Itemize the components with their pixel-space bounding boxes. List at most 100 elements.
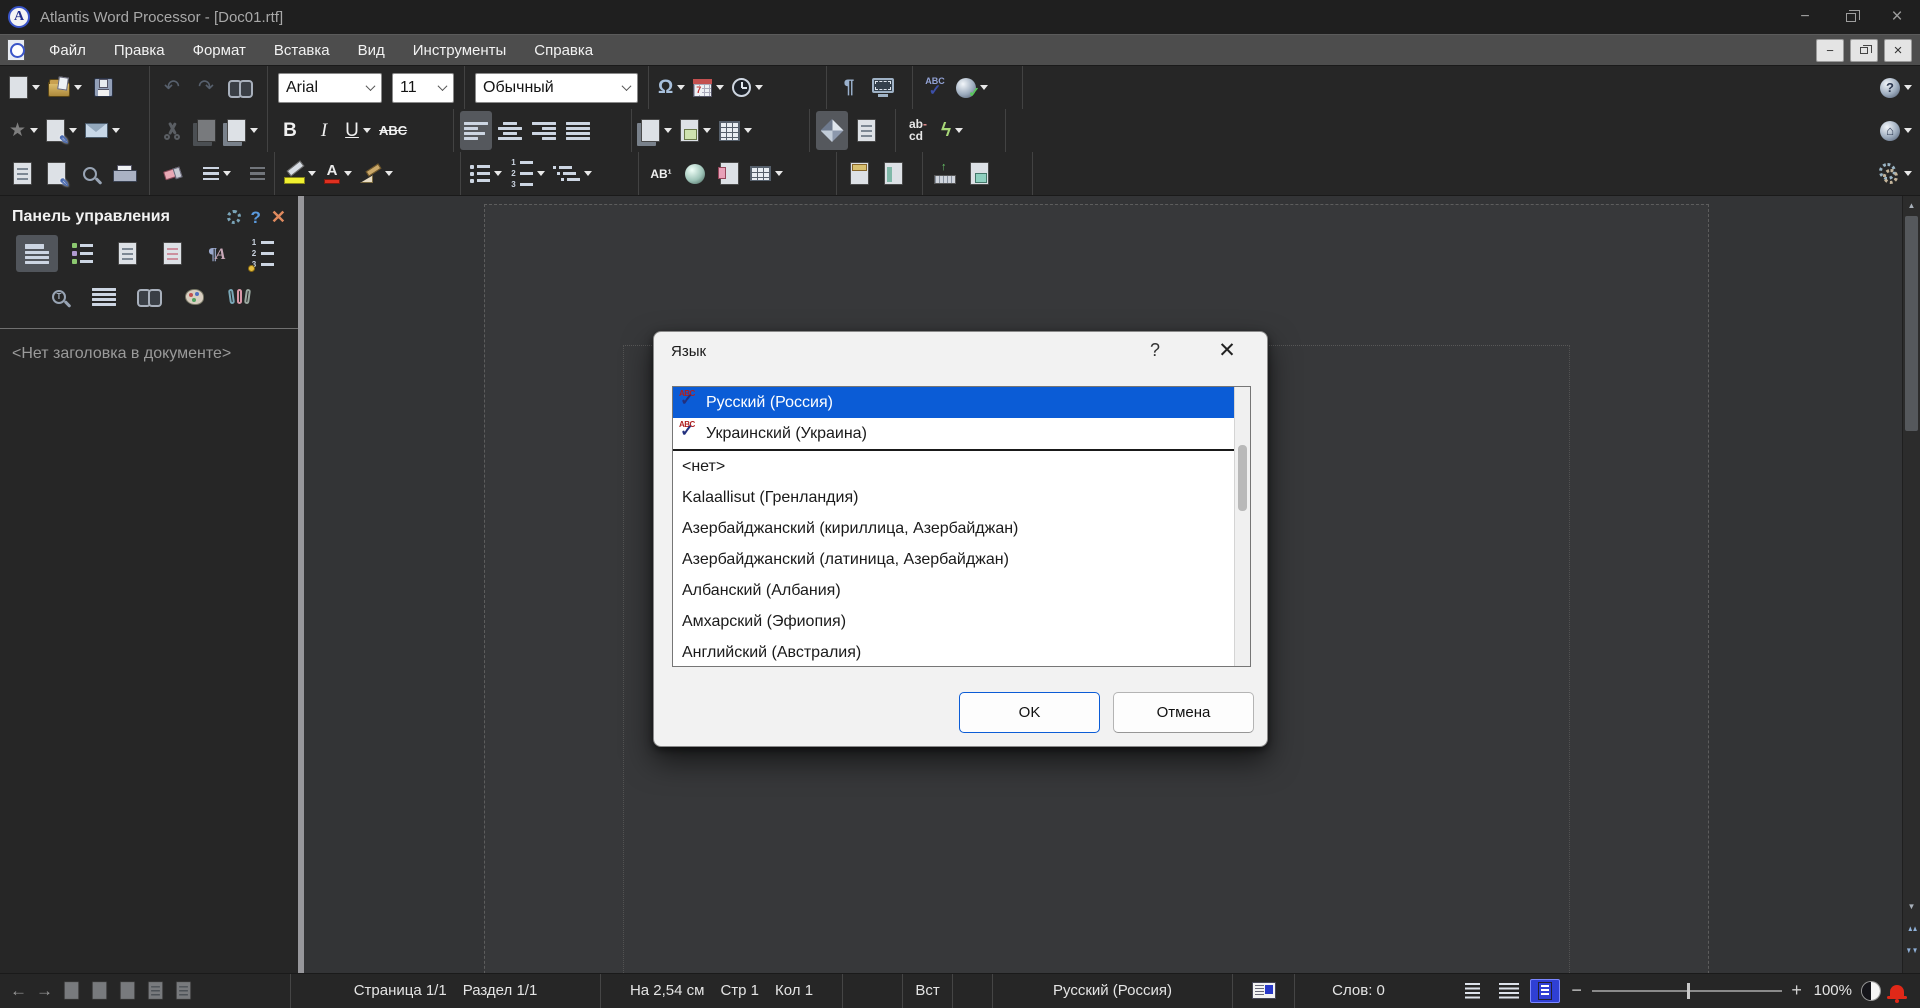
zoom-out-icon[interactable] (1570, 980, 1584, 1001)
notes-view-button[interactable] (106, 235, 148, 272)
doc-close-button[interactable] (1884, 38, 1912, 62)
alert-bell-icon[interactable] (1887, 984, 1907, 1003)
dropdown-arrow-icon[interactable] (664, 128, 672, 133)
document-icon[interactable] (7, 39, 25, 61)
font-name-combo[interactable]: Arial (278, 72, 382, 103)
underline-button[interactable]: U (342, 111, 374, 150)
close-button[interactable] (1874, 0, 1920, 34)
cancel-button[interactable]: Отмена (1113, 692, 1254, 733)
word-count-cell[interactable]: Слов: 0 (1294, 973, 1422, 1008)
print-preview-button[interactable] (6, 154, 38, 193)
open-document-button[interactable] (45, 68, 85, 107)
document-map-button[interactable] (850, 111, 882, 150)
insert-time-button[interactable] (729, 68, 766, 107)
page-setup-button[interactable]: ✎ (40, 154, 72, 193)
panel-close-icon[interactable] (271, 208, 286, 226)
vertical-scrollbar[interactable] (1902, 196, 1920, 973)
scrollbar-thumb[interactable] (1905, 216, 1918, 431)
nav-next-object-button[interactable] (174, 979, 193, 1002)
multilevel-list-button[interactable] (550, 154, 595, 193)
calculate-button[interactable] (747, 154, 786, 193)
panel-settings-gear-icon[interactable] (226, 210, 241, 224)
language-list-item[interactable]: Албанский (Албания) (673, 575, 1250, 606)
dropdown-arrow-icon[interactable] (775, 171, 783, 176)
dialog-close-button[interactable]: ✕ (1213, 338, 1241, 363)
restore-button[interactable] (1828, 0, 1874, 34)
language-list-item[interactable]: Амхарский (Эфиопия) (673, 606, 1250, 637)
dropdown-arrow-icon[interactable] (308, 171, 316, 176)
hyphenation-button[interactable]: ab - cd (902, 111, 934, 150)
dropdown-arrow-icon[interactable] (250, 128, 258, 133)
spellcheck-button[interactable]: ABC ✓ (919, 68, 951, 107)
chevron-down-icon[interactable] (621, 81, 632, 92)
insert-autotext-button[interactable] (716, 111, 755, 150)
headings-view-button[interactable] (16, 235, 58, 272)
zoom-in-icon[interactable] (1790, 980, 1804, 1001)
menu-file[interactable]: Файл (35, 35, 100, 66)
dialog-help-button[interactable]: ? (1143, 340, 1167, 361)
nav-first-heading-button[interactable] (62, 979, 81, 1002)
language-list-item[interactable]: Азербайджанский (латиница, Азербайджан) (673, 544, 1250, 575)
find-button[interactable] (224, 68, 256, 107)
save-button[interactable] (87, 68, 119, 107)
paragraph-style-combo[interactable]: Обычный (475, 72, 638, 103)
nav-previous-object-button[interactable] (146, 979, 165, 1002)
dropdown-arrow-icon[interactable] (716, 85, 725, 90)
formatting-marks-button[interactable]: ¶ (833, 68, 865, 107)
new-document-button[interactable] (6, 68, 43, 107)
dropdown-arrow-icon[interactable] (344, 171, 352, 176)
nav-previous-heading-button[interactable] (90, 979, 109, 1002)
dropdown-arrow-icon[interactable] (32, 85, 40, 90)
chevron-down-icon[interactable] (365, 81, 376, 92)
print-zoom-button[interactable] (74, 154, 106, 193)
paragraph-blocks-view-button[interactable] (83, 278, 125, 315)
dropdown-arrow-icon[interactable] (1904, 85, 1912, 90)
insert-symbol-button[interactable]: Ω (655, 68, 688, 107)
nav-previous-button[interactable]: ← (10, 982, 27, 999)
font-color-button[interactable]: A (321, 154, 355, 193)
bullet-list-button[interactable] (467, 154, 505, 193)
language-list-item[interactable]: Азербайджанский (кириллица, Азербайджан) (673, 513, 1250, 544)
numbered-list-button[interactable]: 123 (507, 154, 548, 193)
send-mail-button[interactable] (82, 111, 123, 150)
menu-view[interactable]: Вид (344, 35, 399, 66)
copy-button[interactable] (190, 111, 222, 150)
dropdown-arrow-icon[interactable] (955, 128, 964, 133)
menu-format[interactable]: Формат (179, 35, 260, 66)
caret-position-cell[interactable]: На 2,54 см Стр 1 Кол 1 (600, 973, 842, 1008)
zoom-percentage[interactable]: 100% (1814, 982, 1852, 999)
page-numbering-button[interactable] (877, 154, 909, 193)
dropdown-arrow-icon[interactable] (30, 128, 39, 133)
thesaurus-button[interactable] (679, 154, 711, 193)
dropdown-arrow-icon[interactable] (74, 85, 82, 90)
cut-button[interactable] (156, 111, 188, 150)
insert-date-button[interactable]: 7 (690, 68, 727, 107)
dropdown-arrow-icon[interactable] (980, 85, 988, 90)
menu-insert[interactable]: Вставка (260, 35, 344, 66)
save-versions-button[interactable]: ✎ (43, 111, 80, 150)
insert-picture-button[interactable] (677, 111, 714, 150)
chevron-down-icon[interactable] (437, 81, 448, 92)
attachments-view-button[interactable] (218, 278, 260, 315)
menu-edit[interactable]: Правка (100, 35, 179, 66)
language-cell[interactable]: Русский (Россия) (992, 973, 1232, 1008)
fonts-view-button[interactable]: ¶ A (196, 235, 238, 272)
menu-help[interactable]: Справка (520, 35, 607, 66)
view-web-button[interactable] (1494, 979, 1524, 1003)
font-size-combo[interactable]: 11 (392, 72, 454, 103)
minimize-button[interactable] (1782, 0, 1828, 34)
dropdown-arrow-icon[interactable] (537, 171, 545, 176)
help-button[interactable]: ? (1877, 68, 1915, 107)
web-home-button[interactable]: ⌂ (1877, 111, 1915, 150)
doc-minimize-button[interactable] (1816, 38, 1844, 62)
align-left-button[interactable] (460, 111, 492, 150)
dropdown-arrow-icon[interactable] (744, 128, 752, 133)
structure-view-button[interactable]: 123 (241, 235, 283, 272)
align-right-button[interactable] (528, 111, 560, 150)
footnote-button[interactable]: AB¹ (645, 154, 677, 193)
nav-next-heading-button[interactable] (118, 979, 137, 1002)
format-painter-button[interactable] (357, 154, 396, 193)
view-draft-button[interactable] (1458, 979, 1488, 1003)
nav-next-button[interactable]: → (36, 982, 53, 999)
sections-view-button[interactable] (151, 235, 193, 272)
